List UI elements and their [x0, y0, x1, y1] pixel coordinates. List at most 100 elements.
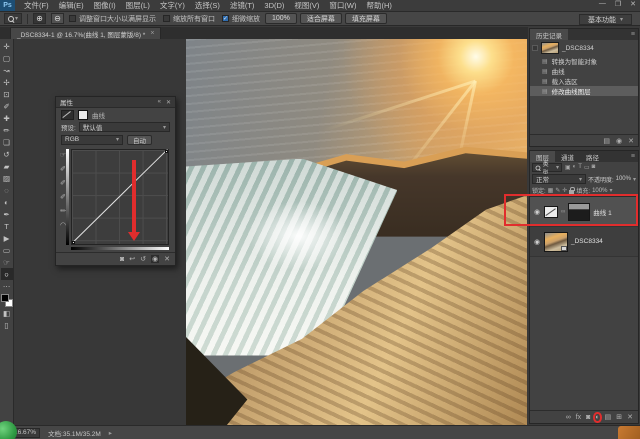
- delete-layer-icon[interactable]: ✕: [627, 413, 633, 421]
- curve-grid[interactable]: [71, 149, 169, 245]
- layer-row-curves[interactable]: ◉ ∞ 曲线 1: [530, 197, 638, 227]
- eyedropper-tool[interactable]: ✐: [1, 100, 13, 112]
- menu-item-10[interactable]: 帮助(H): [362, 0, 397, 12]
- add-mask-icon[interactable]: ◙: [586, 414, 590, 421]
- reset-icon[interactable]: ↺: [140, 255, 146, 263]
- delete-adjustment-icon[interactable]: ✕: [164, 255, 170, 263]
- lock-transparency-icon[interactable]: ▦: [548, 187, 554, 194]
- gradient-tool[interactable]: ▨: [1, 172, 13, 184]
- menu-item-8[interactable]: 视图(V): [289, 0, 324, 12]
- clone-stamp-tool[interactable]: ❏: [1, 136, 13, 148]
- foreground-color-swatch[interactable]: [1, 294, 9, 302]
- document-photo[interactable]: [186, 39, 527, 425]
- zoom-tool[interactable]: ○: [1, 268, 13, 280]
- mask-link-icon[interactable]: ∞: [561, 209, 565, 215]
- checkbox-icon[interactable]: [163, 15, 170, 22]
- move-tool[interactable]: ✛: [1, 40, 13, 52]
- crop-tool[interactable]: ⊡: [1, 88, 13, 100]
- tab-paths[interactable]: 路径: [580, 151, 605, 162]
- dodge-tool[interactable]: ◐: [1, 196, 13, 208]
- layer-mask-thumbnail[interactable]: [568, 203, 590, 221]
- layer-visibility-eye-icon[interactable]: ◉: [533, 238, 541, 246]
- blur-tool[interactable]: ◌: [1, 184, 13, 196]
- menu-item-3[interactable]: 图层(L): [121, 0, 155, 12]
- history-item-0[interactable]: ▤转换为智能对象: [530, 56, 638, 66]
- new-adjustment-layer-icon[interactable]: ◐: [595, 414, 599, 421]
- color-swatches[interactable]: [1, 294, 13, 307]
- layer-name[interactable]: _DSC8334: [571, 238, 603, 245]
- filter-smart-objects-icon[interactable]: ◙: [592, 164, 596, 171]
- opacity-value[interactable]: 100%: [616, 176, 631, 182]
- option-button-2[interactable]: 填充屏幕: [345, 13, 387, 24]
- close-panel-icon[interactable]: ✕: [166, 99, 171, 106]
- quick-mask-toggle[interactable]: ◧: [1, 307, 13, 319]
- history-item-2[interactable]: ▤载入选区: [530, 76, 638, 86]
- new-layer-icon[interactable]: ⊞: [616, 413, 622, 421]
- collapse-panel-icon[interactable]: «: [158, 99, 161, 106]
- new-doc-from-state-icon[interactable]: ▤: [603, 137, 610, 145]
- link-layers-icon[interactable]: ∞: [566, 414, 571, 421]
- history-snapshot-row[interactable]: _DSC8334: [530, 40, 638, 56]
- filter-type-layers-icon[interactable]: T: [578, 164, 582, 171]
- menu-item-5[interactable]: 选择(S): [190, 0, 225, 12]
- close-icon[interactable]: ✕: [630, 0, 636, 8]
- curves-layer-thumbnail[interactable]: [544, 206, 558, 218]
- maximize-icon[interactable]: ❐: [615, 0, 621, 8]
- menu-item-7[interactable]: 3D(D): [259, 0, 289, 12]
- menu-item-9[interactable]: 窗口(W): [324, 0, 361, 12]
- option-button-1[interactable]: 适合屏幕: [300, 13, 342, 24]
- layer-style-icon[interactable]: fx: [576, 414, 581, 421]
- option-checkbox-2[interactable]: ✓细微缩放: [222, 14, 260, 24]
- zoom-out-button[interactable]: ⊖: [51, 13, 64, 24]
- tab-history[interactable]: 历史记录: [530, 29, 568, 40]
- history-item-1[interactable]: ▤曲线: [530, 66, 638, 76]
- visibility-eye-icon[interactable]: ◉: [151, 255, 159, 263]
- tab-close-icon[interactable]: ×: [150, 30, 154, 37]
- auto-button[interactable]: 自动: [127, 135, 152, 145]
- channel-dropdown[interactable]: RGB ▾: [61, 135, 123, 145]
- curves-adjustment-icon[interactable]: [61, 110, 74, 120]
- new-group-icon[interactable]: ▤: [605, 413, 612, 421]
- shape-tool[interactable]: ▭: [1, 244, 13, 256]
- menu-item-1[interactable]: 编辑(E): [54, 0, 89, 12]
- type-tool[interactable]: T: [1, 220, 13, 232]
- tab-channels[interactable]: 通道: [555, 151, 580, 162]
- option-checkbox-1[interactable]: 缩放所有窗口: [163, 14, 215, 24]
- mask-icon[interactable]: [78, 110, 88, 120]
- panel-menu-icon[interactable]: ≡: [628, 151, 638, 162]
- lock-pixels-icon[interactable]: ✎: [555, 187, 560, 194]
- curve-point-highlight[interactable]: [165, 150, 168, 153]
- zoom-in-button[interactable]: ⊕: [33, 13, 46, 24]
- pen-tool[interactable]: ✒: [1, 208, 13, 220]
- filter-shape-layers-icon[interactable]: ▭: [584, 164, 590, 171]
- healing-brush-tool[interactable]: ✚: [1, 112, 13, 124]
- layer-visibility-eye-icon[interactable]: ◉: [533, 208, 541, 216]
- filter-kind-dropdown[interactable]: 类型 ▾: [532, 163, 562, 172]
- lock-all-icon[interactable]: [569, 190, 574, 194]
- option-button-0[interactable]: 100%: [265, 13, 297, 24]
- eraser-tool[interactable]: ▰: [1, 160, 13, 172]
- workspace-switcher[interactable]: 基本功能 ▾: [579, 14, 632, 25]
- quick-select-tool[interactable]: ✢: [1, 76, 13, 88]
- status-expander-icon[interactable]: ▸: [109, 429, 112, 437]
- blend-mode-dropdown[interactable]: 正常 ▾: [532, 174, 586, 184]
- checkbox-icon[interactable]: ✓: [222, 15, 229, 22]
- menu-item-6[interactable]: 滤镜(T): [225, 0, 260, 12]
- path-select-tool[interactable]: ▶: [1, 232, 13, 244]
- current-tool-chip[interactable]: ▾: [4, 13, 22, 24]
- filter-adjustment-layers-icon[interactable]: ◐: [573, 164, 577, 171]
- delete-state-icon[interactable]: ✕: [628, 137, 634, 145]
- properties-panel-header[interactable]: 属性 «✕: [56, 97, 175, 108]
- image-layer-thumbnail[interactable]: [544, 232, 568, 252]
- filter-pixel-layers-icon[interactable]: ▣: [565, 164, 571, 171]
- minimize-icon[interactable]: —: [599, 0, 606, 8]
- brush-tool[interactable]: ✏: [1, 124, 13, 136]
- lock-position-icon[interactable]: ✛: [562, 187, 567, 194]
- marquee-tool[interactable]: ▢: [1, 52, 13, 64]
- fill-value[interactable]: 100%: [592, 188, 607, 194]
- preset-dropdown[interactable]: 默认值 ▾: [79, 122, 170, 132]
- history-brush-tool[interactable]: ↺: [1, 148, 13, 160]
- menu-item-0[interactable]: 文件(F): [19, 0, 54, 12]
- previous-state-icon[interactable]: ↩: [129, 255, 135, 263]
- new-snapshot-icon[interactable]: ◉: [616, 137, 622, 145]
